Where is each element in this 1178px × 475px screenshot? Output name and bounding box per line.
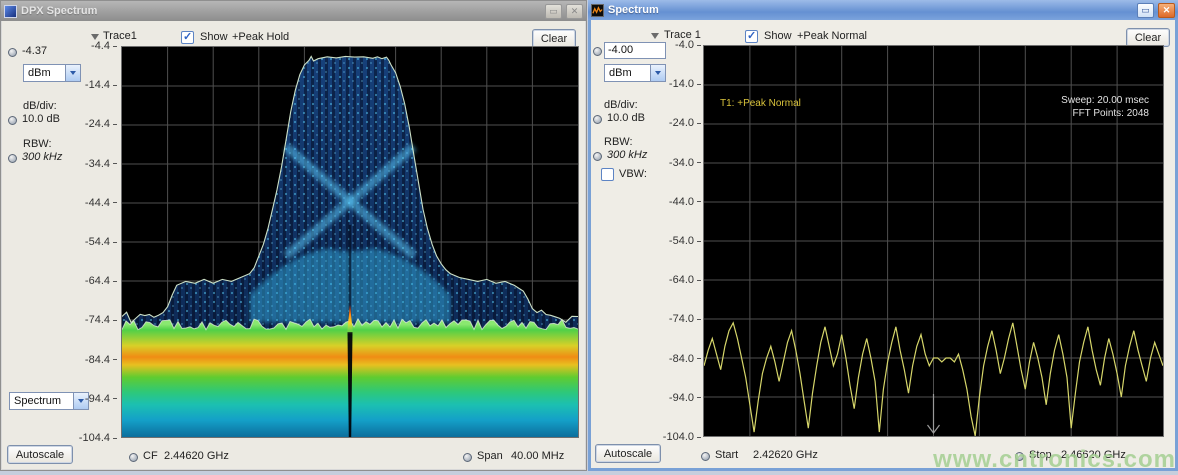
y-axis-labels: -4.4-14.4-24.4-34.4-44.4-54.4-64.4-74.4-… [71, 46, 117, 438]
y-axis-label: -14.0 [669, 78, 701, 90]
db-div-knob-icon[interactable] [8, 116, 17, 125]
y-axis-label: -104.4 [79, 432, 117, 444]
units-value: dBm [605, 67, 650, 79]
y-axis-label: -24.4 [85, 118, 117, 130]
y-axis-label: -94.4 [85, 393, 117, 405]
dpx-spectrum-display[interactable] [121, 46, 579, 438]
y-axis-label: -44.0 [669, 196, 701, 208]
y-axis-label: -74.0 [669, 313, 701, 325]
y-axis-label: -64.4 [85, 275, 117, 287]
trace-mode-label: +Peak Hold [232, 31, 289, 43]
show-checkbox[interactable] [745, 30, 758, 43]
y-axis-label: -94.0 [669, 392, 701, 404]
spectrum-window: Spectrum ▭ ✕ Trace 1 Show +Peak Normal C… [588, 0, 1178, 471]
start-value[interactable]: 2.42620 GHz [753, 449, 818, 461]
spectrum-titlebar[interactable]: Spectrum ▭ ✕ [588, 0, 1178, 20]
db-div-label: dB/div: [604, 99, 638, 111]
y-axis-label: -54.0 [669, 235, 701, 247]
trace-annotation: T1: +Peak Normal [720, 98, 801, 109]
y-axis-labels: -4.0-14.0-24.0-34.0-44.0-54.0-64.0-74.0-… [655, 45, 701, 437]
y-axis-label: -74.4 [85, 314, 117, 326]
watermark: www.cntronics.com [933, 446, 1176, 474]
dpx-titlebar[interactable]: DPX Spectrum ▭ ✕ [1, 1, 586, 21]
rbw-label: RBW: [23, 138, 52, 150]
y-axis-label: -54.4 [85, 236, 117, 248]
rbw-knob-icon[interactable] [8, 154, 17, 163]
spectrum-window-title: Spectrum [608, 4, 1133, 16]
dpx-window-title: DPX Spectrum [21, 5, 541, 17]
autoscale-button[interactable]: Autoscale [7, 445, 73, 464]
display-mode-value: Spectrum [10, 395, 73, 407]
db-div-value[interactable]: 10.0 dB [22, 113, 60, 125]
sweep-value: Sweep: 20.00 msec [1061, 94, 1149, 107]
y-axis-label: -34.0 [669, 157, 701, 169]
marker-arrow-icon [928, 394, 940, 433]
trace-mode-label: +Peak Normal [797, 30, 867, 42]
y-axis-label: -84.4 [85, 354, 117, 366]
dpx-app-icon [4, 5, 17, 18]
start-knob-icon[interactable] [701, 452, 710, 461]
show-label: Show [764, 30, 792, 42]
fft-points-value: FFT Points: 2048 [1061, 107, 1149, 120]
dpx-spectrum-graph [122, 47, 578, 437]
cf-label: CF [143, 450, 158, 462]
ref-level-knob-icon[interactable] [8, 48, 17, 57]
spectrum-app-icon [591, 4, 604, 17]
span-knob-icon[interactable] [463, 453, 472, 462]
y-axis-label: -64.0 [669, 274, 701, 286]
close-icon[interactable]: ✕ [566, 4, 583, 19]
sweep-annotation: Sweep: 20.00 msec FFT Points: 2048 [1061, 94, 1149, 120]
rbw-label: RBW: [604, 136, 633, 148]
db-div-knob-icon[interactable] [593, 115, 602, 124]
rbw-value[interactable]: 300 kHz [22, 151, 62, 163]
db-div-label: dB/div: [23, 100, 57, 112]
rbw-value[interactable]: 300 kHz [607, 149, 647, 161]
dpx-spectrum-window: DPX Spectrum ▭ ✕ Trace1 Show +Peak Hold … [0, 0, 587, 471]
vbw-checkbox[interactable] [601, 168, 614, 181]
close-icon[interactable]: ✕ [1158, 3, 1175, 18]
y-axis-label: -84.0 [669, 353, 701, 365]
ref-level-knob-icon[interactable] [593, 47, 602, 56]
ref-level-value[interactable]: -4.37 [22, 45, 47, 57]
cf-value[interactable]: 2.44620 GHz [164, 450, 229, 462]
y-axis-label: -34.4 [85, 158, 117, 170]
y-axis-label: -4.0 [675, 39, 701, 51]
minimize-button[interactable]: ▭ [545, 4, 562, 19]
units-value: dBm [24, 67, 65, 79]
y-axis-label: -44.4 [85, 197, 117, 209]
screen: DPX Spectrum ▭ ✕ Trace1 Show +Peak Hold … [0, 0, 1178, 475]
chevron-down-icon[interactable] [651, 33, 659, 39]
vbw-label: VBW: [619, 168, 647, 180]
start-label: Start [715, 449, 738, 461]
show-checkbox[interactable] [181, 31, 194, 44]
autoscale-button[interactable]: Autoscale [595, 444, 661, 463]
span-label: Span [477, 450, 503, 462]
cf-knob-icon[interactable] [129, 453, 138, 462]
spectrum-display[interactable]: T1: +Peak Normal Sweep: 20.00 msec FFT P… [703, 45, 1164, 437]
y-axis-label: -24.0 [669, 117, 701, 129]
span-value[interactable]: 40.00 MHz [511, 450, 564, 462]
y-axis-label: -4.4 [91, 40, 117, 52]
rbw-knob-icon[interactable] [593, 152, 602, 161]
y-axis-label: -14.4 [85, 79, 117, 91]
restore-button[interactable]: ▭ [1137, 3, 1154, 18]
db-div-value[interactable]: 10.0 dB [607, 112, 645, 124]
show-label: Show [200, 31, 228, 43]
y-axis-label: -104.0 [663, 431, 701, 443]
